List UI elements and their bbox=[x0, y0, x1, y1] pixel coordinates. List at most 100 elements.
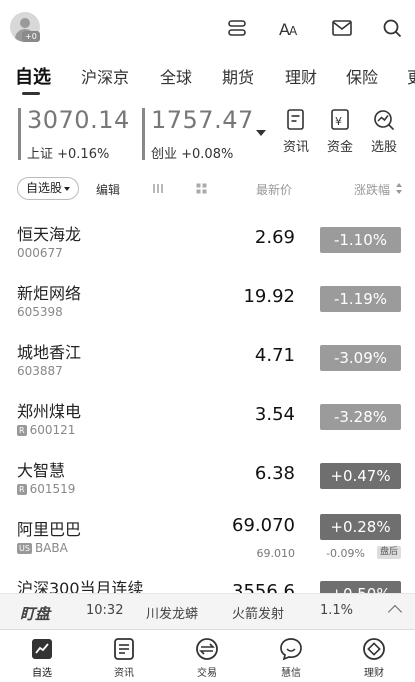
search-icon[interactable] bbox=[381, 17, 403, 39]
tab-more[interactable]: 更 bbox=[407, 64, 415, 88]
funds-quick-button[interactable]: ¥ 资金 bbox=[324, 108, 356, 155]
change-badge[interactable]: -1.19% bbox=[320, 286, 401, 312]
market-watch-logo: 盯盘 bbox=[20, 605, 51, 623]
market-tag: US bbox=[17, 543, 32, 554]
tab-shanghai-shenzhen-beijing[interactable]: 沪深京 bbox=[81, 64, 129, 88]
index-value-chinext[interactable]: 1757.47 bbox=[151, 106, 254, 134]
stock-name: 沪深300当月连续 bbox=[17, 579, 144, 593]
nav-watchlist[interactable]: 自选 bbox=[12, 636, 72, 679]
stock-code-text: 601519 bbox=[29, 482, 76, 496]
stock-name: 郑州煤电 bbox=[17, 402, 82, 421]
bottom-navigation: 自选 资讯 交易 慧信 理财 bbox=[0, 629, 415, 682]
list-item[interactable]: 郑州煤电 R 600121 3.54 -3.28% bbox=[0, 385, 415, 444]
nav-watchlist-label: 自选 bbox=[32, 668, 52, 679]
stock-picker-quick-label: 选股 bbox=[370, 140, 397, 155]
trade-icon bbox=[196, 638, 218, 660]
stock-code: US BABA bbox=[17, 541, 68, 555]
stock-name: 阿里巴巴 bbox=[17, 520, 82, 539]
market-tag: R bbox=[17, 484, 27, 495]
nav-chat[interactable]: 慧信 bbox=[261, 636, 321, 679]
stock-code: R 600121 bbox=[17, 423, 75, 437]
sort-icon[interactable] bbox=[396, 183, 402, 194]
chevron-up-icon[interactable] bbox=[387, 604, 403, 620]
watchlist: 恒天海龙 000677 2.69 -1.10% 新炬网络 605398 19.9… bbox=[0, 208, 415, 593]
news-icon bbox=[287, 109, 304, 130]
index-bar-shanghai bbox=[18, 108, 21, 160]
news-quick-button[interactable]: 资讯 bbox=[280, 108, 312, 155]
tab-global[interactable]: 全球 bbox=[160, 64, 192, 88]
stock-price: 2.69 bbox=[254, 227, 295, 248]
edit-button[interactable]: 编辑 bbox=[96, 181, 120, 198]
ticker-time: 10:32 bbox=[86, 603, 124, 618]
stock-name: 大智慧 bbox=[17, 461, 66, 480]
nav-news[interactable]: 资讯 bbox=[94, 636, 154, 679]
nav-trade-label: 交易 bbox=[197, 668, 217, 679]
funds-icon: ¥ bbox=[331, 109, 349, 130]
tab-wealth[interactable]: 理财 bbox=[285, 64, 317, 88]
nav-wealth[interactable]: 理财 bbox=[344, 636, 404, 679]
avatar-badge: +0 bbox=[22, 31, 40, 42]
chat-icon bbox=[280, 638, 302, 661]
after-hours-price: 69.010 bbox=[256, 547, 296, 560]
change-badge[interactable]: -3.28% bbox=[320, 404, 401, 430]
avatar-head bbox=[20, 18, 30, 28]
index-bar-chinext bbox=[142, 108, 145, 160]
watchlist-group-selector[interactable]: 自选股 bbox=[17, 177, 80, 200]
list-item[interactable]: 恒天海龙 000677 2.69 -1.10% bbox=[0, 208, 415, 267]
watchlist-group-label: 自选股 bbox=[26, 181, 63, 195]
stock-code-text: 600121 bbox=[29, 423, 76, 437]
caret-down-icon bbox=[64, 186, 71, 191]
menu-icon[interactable] bbox=[226, 17, 248, 39]
after-hours-tag: 盘后 bbox=[376, 546, 401, 559]
stock-code: 605398 bbox=[17, 305, 63, 319]
list-item[interactable]: 城地香江 603887 4.71 -3.09% bbox=[0, 326, 415, 385]
change-badge[interactable]: +0.28% bbox=[320, 514, 401, 540]
mail-icon[interactable] bbox=[331, 17, 353, 39]
nav-trade[interactable]: 交易 bbox=[177, 636, 237, 679]
tab-watchlist[interactable]: 自选 bbox=[15, 63, 51, 89]
tab-futures[interactable]: 期货 bbox=[222, 64, 254, 88]
stock-code: R 601519 bbox=[17, 482, 75, 496]
index-summary: 3070.14 上证 +0.16% 1757.47 创业 +0.08% 资讯 ¥… bbox=[0, 104, 415, 166]
nav-wealth-label: 理财 bbox=[364, 668, 384, 679]
active-tab-indicator bbox=[22, 92, 40, 95]
list-header: 自选股 编辑 最新价 涨跌幅 bbox=[0, 176, 415, 202]
stock-picker-quick-button[interactable]: 选股 bbox=[368, 108, 400, 155]
stock-code: 000677 bbox=[17, 246, 63, 260]
index-label-shanghai: 上证 +0.16% bbox=[27, 147, 110, 162]
market-tag: R bbox=[17, 425, 27, 436]
grid-view-icon[interactable] bbox=[196, 183, 207, 194]
wealth-icon bbox=[363, 638, 385, 660]
stock-price: 3.54 bbox=[254, 404, 295, 425]
nav-chat-label: 慧信 bbox=[281, 668, 301, 679]
stock-name: 新炬网络 bbox=[17, 284, 82, 303]
list-view-icon[interactable] bbox=[152, 183, 164, 194]
ticker-item-1: 川发龙蟒 bbox=[146, 607, 199, 622]
ticker-item-2: 火箭发射 bbox=[232, 607, 285, 622]
stock-price: 4.71 bbox=[254, 345, 295, 366]
change-badge[interactable]: -3.09% bbox=[320, 345, 401, 371]
change-badge[interactable]: -1.10% bbox=[320, 227, 401, 253]
change-column-header[interactable]: 涨跌幅 bbox=[354, 181, 390, 198]
stock-picker-icon bbox=[374, 110, 395, 131]
change-badge[interactable]: +0.47% bbox=[320, 463, 401, 489]
change-badge[interactable]: +0.50% bbox=[320, 581, 401, 593]
price-column-header[interactable]: 最新价 bbox=[256, 181, 292, 198]
nav-news-label: 资讯 bbox=[114, 668, 134, 679]
index-label-chinext: 创业 +0.08% bbox=[151, 147, 234, 162]
chevron-down-icon[interactable] bbox=[256, 130, 266, 136]
tab-insurance[interactable]: 保险 bbox=[346, 64, 378, 88]
font-size-icon[interactable]: A A bbox=[278, 17, 300, 39]
news-quick-label: 资讯 bbox=[282, 140, 309, 155]
funds-quick-label: 资金 bbox=[326, 140, 353, 155]
stock-code: 603887 bbox=[17, 364, 63, 378]
list-item[interactable]: 阿里巴巴 US BABA 69.070 +0.28% 69.010 -0.09% … bbox=[0, 503, 415, 562]
index-value-shanghai[interactable]: 3070.14 bbox=[27, 106, 130, 134]
stock-price: 69.070 bbox=[232, 515, 295, 536]
stock-price: 6.38 bbox=[254, 463, 295, 484]
list-item[interactable]: 新炬网络 605398 19.92 -1.19% bbox=[0, 267, 415, 326]
stock-price: 3556.6 bbox=[232, 581, 295, 593]
list-item[interactable]: 大智慧 R 601519 6.38 +0.47% bbox=[0, 444, 415, 503]
list-item[interactable]: 沪深300当月连续 3556.6 +0.50% bbox=[0, 562, 415, 593]
market-watch-ticker[interactable]: 盯盘 10:32 川发龙蟒 火箭发射 1.1% bbox=[0, 593, 415, 629]
